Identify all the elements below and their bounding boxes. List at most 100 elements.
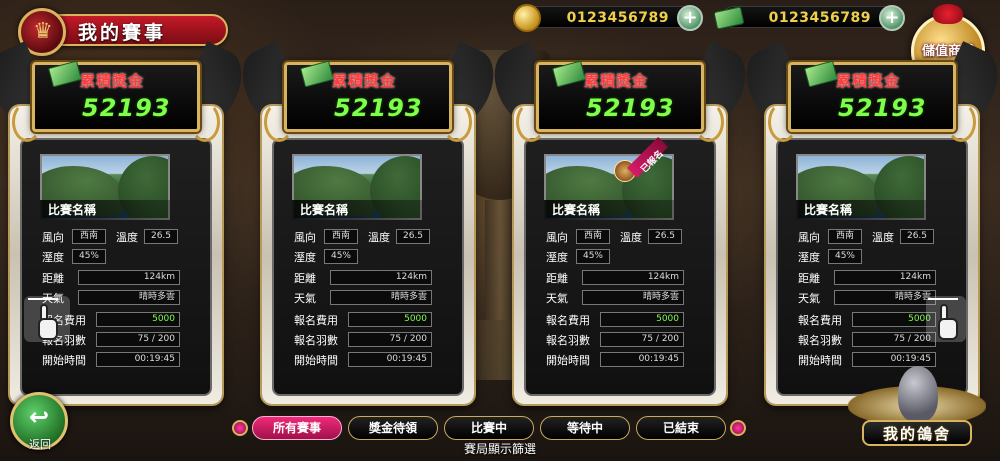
fee-value: 5000 xyxy=(348,312,432,327)
filter-caption: 賽局顯示篩選 xyxy=(463,442,536,456)
temp-label: 溫度 xyxy=(116,231,138,244)
filter-waiting[interactable]: 等待中 xyxy=(540,416,630,440)
humidity-label: 溼度 xyxy=(294,251,316,264)
distance-label: 距離 xyxy=(294,272,316,285)
filter-right-dot xyxy=(730,420,746,436)
fee-value: 5000 xyxy=(96,312,180,327)
cash-balance-bar: 0123456789 + xyxy=(713,5,905,31)
humidity-value: 45% xyxy=(828,249,862,264)
distance-value: 124km xyxy=(78,270,180,285)
back-button[interactable]: ↩ 返回 xyxy=(8,392,70,454)
my-loft-button[interactable]: 我的鴿舍 xyxy=(848,366,986,458)
humidity-value: 45% xyxy=(72,249,106,264)
wind-value: 西南 xyxy=(72,229,106,244)
entry-count-label: 報名羽數 xyxy=(798,334,842,347)
temp-label: 溫度 xyxy=(872,231,894,244)
back-arrow-icon: ↩ xyxy=(28,403,50,431)
distance-label: 距離 xyxy=(798,272,820,285)
temp-value: 26.5 xyxy=(396,229,430,244)
start-time-value: 00:19:45 xyxy=(348,352,432,367)
weather-value: 晴時多雲 xyxy=(582,290,684,305)
filter-prize-pending[interactable]: 獎金待領 xyxy=(348,416,438,440)
add-coin-button[interactable]: + xyxy=(677,5,703,31)
entry-count-label: 報名羽數 xyxy=(294,334,338,347)
temp-label: 溫度 xyxy=(368,231,390,244)
humidity-value: 45% xyxy=(324,249,358,264)
fee-value: 5000 xyxy=(852,312,936,327)
filter-all-races[interactable]: 所有賽事 xyxy=(252,416,342,440)
humidity-label: 溼度 xyxy=(42,251,64,264)
distance-value: 124km xyxy=(330,270,432,285)
cash-balance: 0123456789 xyxy=(768,10,871,26)
temp-value: 26.5 xyxy=(900,229,934,244)
start-time-label: 開始時間 xyxy=(294,354,338,367)
wind-label: 風向 xyxy=(798,231,820,244)
scroll-left-button[interactable] xyxy=(24,296,70,342)
swipe-hand-icon xyxy=(28,298,62,344)
gold-coin-icon xyxy=(513,4,541,32)
wind-label: 風向 xyxy=(42,231,64,244)
wind-label: 風向 xyxy=(546,231,568,244)
prize-value: 52193 xyxy=(838,94,927,122)
temp-value: 26.5 xyxy=(144,229,178,244)
race-card[interactable]: 累積獎金 52193 比賽名稱 風向 西南 溫度 26.5 溼度 45% 距離 … xyxy=(735,40,1000,412)
fee-label: 報名費用 xyxy=(798,314,842,327)
temp-label: 溫度 xyxy=(620,231,642,244)
filter-ended[interactable]: 已結束 xyxy=(636,416,726,440)
registered-badge: 已報名 xyxy=(614,136,674,196)
race-name: 比賽名稱 xyxy=(40,200,170,220)
distance-label: 距離 xyxy=(42,272,64,285)
add-cash-button[interactable]: + xyxy=(879,5,905,31)
distance-value: 124km xyxy=(834,270,936,285)
weather-label: 天氣 xyxy=(294,292,316,305)
cash-icon xyxy=(713,6,745,30)
prize-value: 52193 xyxy=(334,94,423,122)
prize-label: 累積獎金 xyxy=(80,72,145,90)
race-name: 比賽名稱 xyxy=(544,200,674,220)
humidity-label: 溼度 xyxy=(546,251,568,264)
weather-value: 晴時多雲 xyxy=(78,290,180,305)
entry-count-value: 75 / 200 xyxy=(852,332,936,347)
humidity-value: 45% xyxy=(576,249,610,264)
temp-value: 26.5 xyxy=(648,229,682,244)
wind-label: 風向 xyxy=(294,231,316,244)
prize-value: 52193 xyxy=(586,94,675,122)
start-time-value: 00:19:45 xyxy=(600,352,684,367)
entry-count-label: 報名羽數 xyxy=(546,334,590,347)
prize-value: 52193 xyxy=(82,94,171,122)
start-time-value: 00:19:45 xyxy=(852,352,936,367)
race-card[interactable]: 累積獎金 52193 比賽名稱 風向 西南 溫度 26.5 溼度 45% 距離 … xyxy=(231,40,505,412)
fee-label: 報名費用 xyxy=(546,314,590,327)
race-card[interactable]: 累積獎金 52193 比賽名稱 風向 西南 溫度 26.5 溼度 45% 距離 … xyxy=(0,40,253,412)
start-time-value: 00:19:45 xyxy=(96,352,180,367)
scroll-right-button[interactable] xyxy=(926,296,966,342)
entry-count-value: 75 / 200 xyxy=(96,332,180,347)
back-label: 返回 xyxy=(29,438,51,451)
fee-label: 報名費用 xyxy=(294,314,338,327)
fee-value: 5000 xyxy=(600,312,684,327)
entry-count-value: 75 / 200 xyxy=(348,332,432,347)
race-name: 比賽名稱 xyxy=(796,200,926,220)
wind-value: 西南 xyxy=(324,229,358,244)
distance-label: 距離 xyxy=(546,272,568,285)
prize-label: 累積獎金 xyxy=(584,72,649,90)
entry-count-value: 75 / 200 xyxy=(600,332,684,347)
humidity-label: 溼度 xyxy=(798,251,820,264)
weather-label: 天氣 xyxy=(798,292,820,305)
swipe-hand-icon xyxy=(928,298,962,344)
prize-label: 累積獎金 xyxy=(836,72,901,90)
filter-in-progress[interactable]: 比賽中 xyxy=(444,416,534,440)
start-time-label: 開始時間 xyxy=(798,354,842,367)
wind-value: 西南 xyxy=(828,229,862,244)
race-filter-bar: 所有賽事 獎金待領 比賽中 等待中 已結束 xyxy=(230,416,750,440)
prize-label: 累積獎金 xyxy=(332,72,397,90)
weather-value: 晴時多雲 xyxy=(330,290,432,305)
my-loft-label: 我的鴿舍 xyxy=(882,425,951,443)
wind-value: 西南 xyxy=(576,229,610,244)
coin-balance: 0123456789 xyxy=(566,10,669,26)
race-card[interactable]: 累積獎金 52193 比賽名稱 風向 西南 溫度 26.5 溼度 45% 距離 … xyxy=(483,40,757,412)
weather-label: 天氣 xyxy=(546,292,568,305)
filter-left-dot xyxy=(232,420,248,436)
race-name: 比賽名稱 xyxy=(292,200,422,220)
weather-value: 晴時多雲 xyxy=(834,290,936,305)
